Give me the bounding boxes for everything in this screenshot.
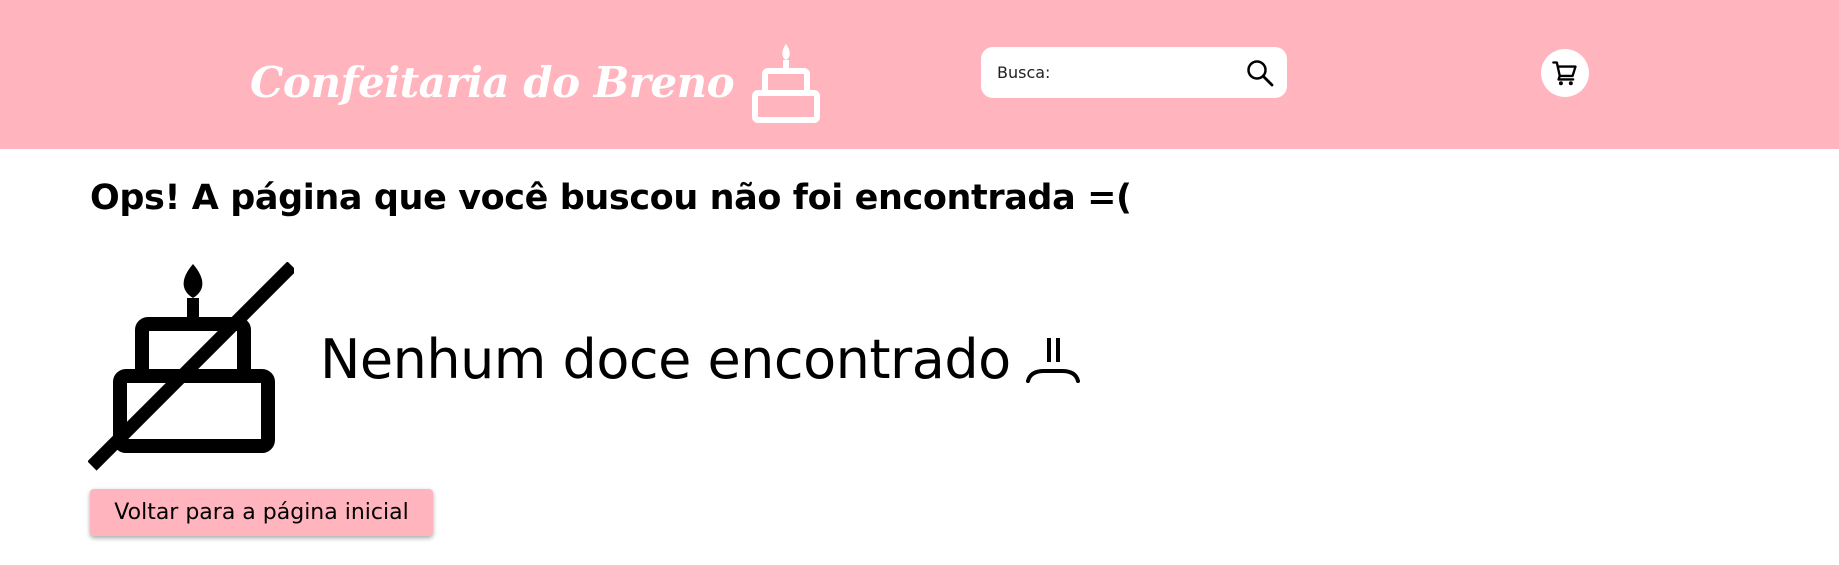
page-title: Ops! A página que você buscou não foi en… xyxy=(90,178,1132,218)
search-button[interactable] xyxy=(1241,55,1279,90)
cart-icon xyxy=(1552,61,1577,86)
cake-icon xyxy=(752,44,821,123)
back-home-button[interactable]: Voltar para a página inicial xyxy=(90,489,433,536)
site-header: Confeitaria do Breno xyxy=(0,0,1839,149)
empty-message: Nenhum doce encontrado xyxy=(320,328,1011,391)
search-input[interactable] xyxy=(989,55,1209,90)
brand-logo-link[interactable]: Confeitaria do Breno xyxy=(250,40,822,124)
no-cake-icon xyxy=(88,262,294,471)
brand-name: Confeitaria do Breno xyxy=(250,57,735,107)
search-bar xyxy=(981,47,1287,98)
search-icon xyxy=(1247,59,1274,86)
cart-button[interactable] xyxy=(1541,49,1589,97)
sad-face-icon xyxy=(1026,338,1080,383)
